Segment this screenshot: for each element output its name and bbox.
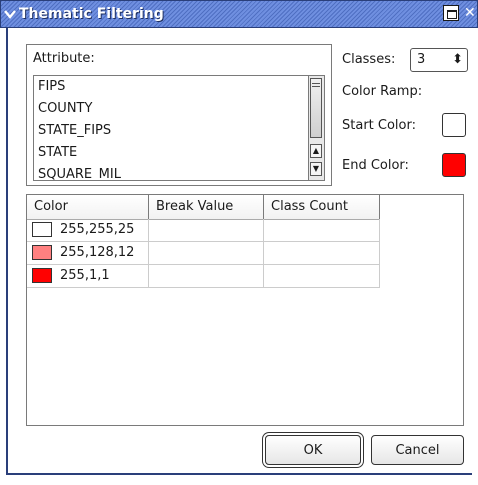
attribute-group: Attribute: FIPS COUNTY STATE_FIPS STATE … [26,44,332,186]
cell-color[interactable]: 255,255,25 [27,219,149,241]
cell-class-count[interactable] [264,265,380,287]
scroll-up-icon[interactable]: ▲ [310,144,322,158]
table-header: Color Break Value Class Count [27,195,380,220]
color-swatch [32,245,52,260]
cell-color[interactable]: 255,128,12 [27,242,149,264]
scroll-down-icon[interactable]: ▼ [310,162,322,176]
attribute-item-square-mil[interactable]: SQUARE_MIL [34,164,324,180]
attribute-item-fips[interactable]: FIPS [34,76,324,98]
spin-arrows-icon[interactable]: ⬍ [452,52,463,68]
chevron-down-icon[interactable] [3,6,17,22]
attribute-item-state-fips[interactable]: STATE_FIPS [34,120,324,142]
cell-break-value[interactable] [149,265,264,287]
table-body: 255,255,25 255,128,12 255,1,1 [27,219,380,288]
cell-color-value: 255,255,25 [60,222,135,237]
attribute-item-state[interactable]: STATE [34,142,324,164]
attribute-label: Attribute: [33,51,95,66]
cell-color-value: 255,128,12 [60,245,135,260]
color-ramp-label: Color Ramp: [342,84,423,99]
close-icon[interactable]: ✕ [464,4,476,22]
classes-value: 3 [417,52,426,67]
cell-break-value[interactable] [149,242,264,264]
attribute-item-county[interactable]: COUNTY [34,98,324,120]
ok-button[interactable]: OK [265,435,361,465]
table-row[interactable]: 255,128,12 [27,242,380,265]
cell-color[interactable]: 255,1,1 [27,265,149,287]
cancel-button[interactable]: Cancel [371,435,464,465]
scroll-thumb[interactable] [310,78,322,138]
start-color-label: Start Color: [342,118,416,133]
table-row[interactable]: 255,1,1 [27,265,380,288]
column-header-color[interactable]: Color [27,195,149,219]
color-swatch [32,268,52,283]
start-color-button[interactable] [442,113,466,137]
column-header-class-count[interactable]: Class Count [264,195,380,219]
classes-label: Classes: [342,52,396,67]
end-color-button[interactable] [442,153,466,177]
table-row[interactable]: 255,255,25 [27,219,380,242]
end-color-label: End Color: [342,158,409,173]
window-title: Thematic Filtering [19,6,164,22]
color-swatch [32,222,52,237]
cell-class-count[interactable] [264,242,380,264]
window-shade-icon[interactable] [443,5,459,21]
cell-color-value: 255,1,1 [60,268,110,283]
attribute-list[interactable]: FIPS COUNTY STATE_FIPS STATE SQUARE_MIL … [33,75,325,181]
cell-break-value[interactable] [149,219,264,241]
attribute-scrollbar[interactable]: ▲ ▼ [308,76,324,180]
classes-spinner[interactable]: 3 ⬍ [410,48,468,72]
class-table: Color Break Value Class Count 255,255,25… [26,194,464,426]
column-header-break-value[interactable]: Break Value [149,195,264,219]
cell-class-count[interactable] [264,219,380,241]
title-bar[interactable]: Thematic Filtering ✕ [0,0,478,28]
thematic-filtering-window: Thematic Filtering ✕ Attribute: FIPS COU… [0,0,478,485]
